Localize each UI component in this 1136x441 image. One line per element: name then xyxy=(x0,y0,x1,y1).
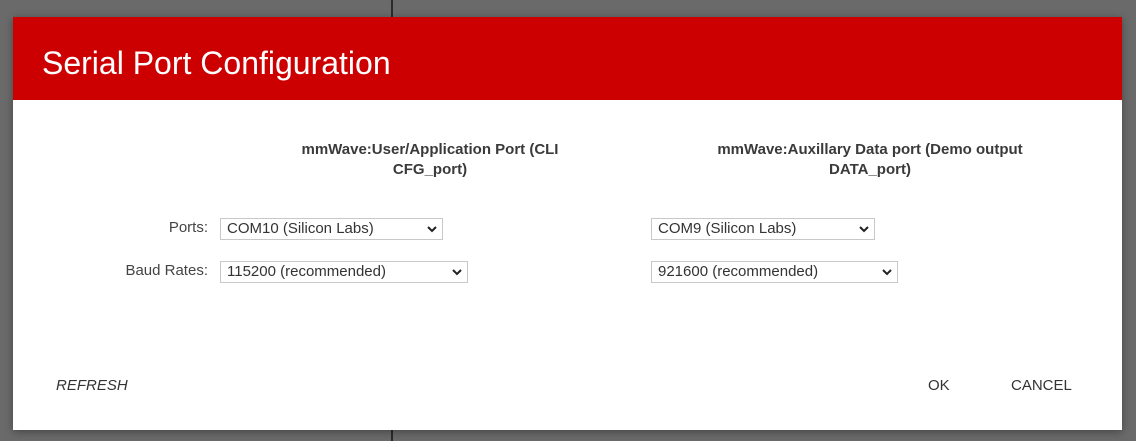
dialog-title: Serial Port Configuration xyxy=(42,45,391,81)
chevron-down-icon xyxy=(452,269,462,276)
cli-baud-select[interactable]: 115200 (recommended) xyxy=(220,261,468,283)
ok-button[interactable]: OK xyxy=(928,376,950,396)
cli-port-select[interactable]: COM10 (Silicon Labs) xyxy=(220,218,443,240)
dialog-header: Serial Port Configuration xyxy=(13,17,1122,100)
data-header-line2: DATA_port) xyxy=(829,161,911,178)
cli-baud-value: 115200 (recommended) xyxy=(227,263,386,280)
data-port-value: COM9 (Silicon Labs) xyxy=(658,220,797,237)
cli-header-line2: CFG_port) xyxy=(392,161,468,178)
cli-port-column-header: mmWave:User/Application Port (CLI CFG_po… xyxy=(245,140,615,180)
data-port-column-header: mmWave:Auxillary Data port (Demo output … xyxy=(670,140,1070,180)
baud-rates-label: Baud Rates: xyxy=(125,262,208,279)
data-baud-value: 921600 (recommended) xyxy=(658,263,819,280)
cli-port-value: COM10 (Silicon Labs) xyxy=(227,220,374,237)
cli-header-line1: mmWave:User/Application Port (CLI xyxy=(301,141,559,158)
refresh-button[interactable]: REFRESH xyxy=(56,376,128,396)
cancel-button[interactable]: CANCEL xyxy=(1011,376,1072,396)
data-port-select[interactable]: COM9 (Silicon Labs) xyxy=(651,218,875,240)
data-baud-select[interactable]: 921600 (recommended) xyxy=(651,261,898,283)
ports-label: Ports: xyxy=(168,219,208,236)
chevron-down-icon xyxy=(882,269,892,276)
data-header-line1: mmWave:Auxillary Data port (Demo output xyxy=(717,141,1023,158)
chevron-down-icon xyxy=(427,226,437,233)
chevron-down-icon xyxy=(859,226,869,233)
